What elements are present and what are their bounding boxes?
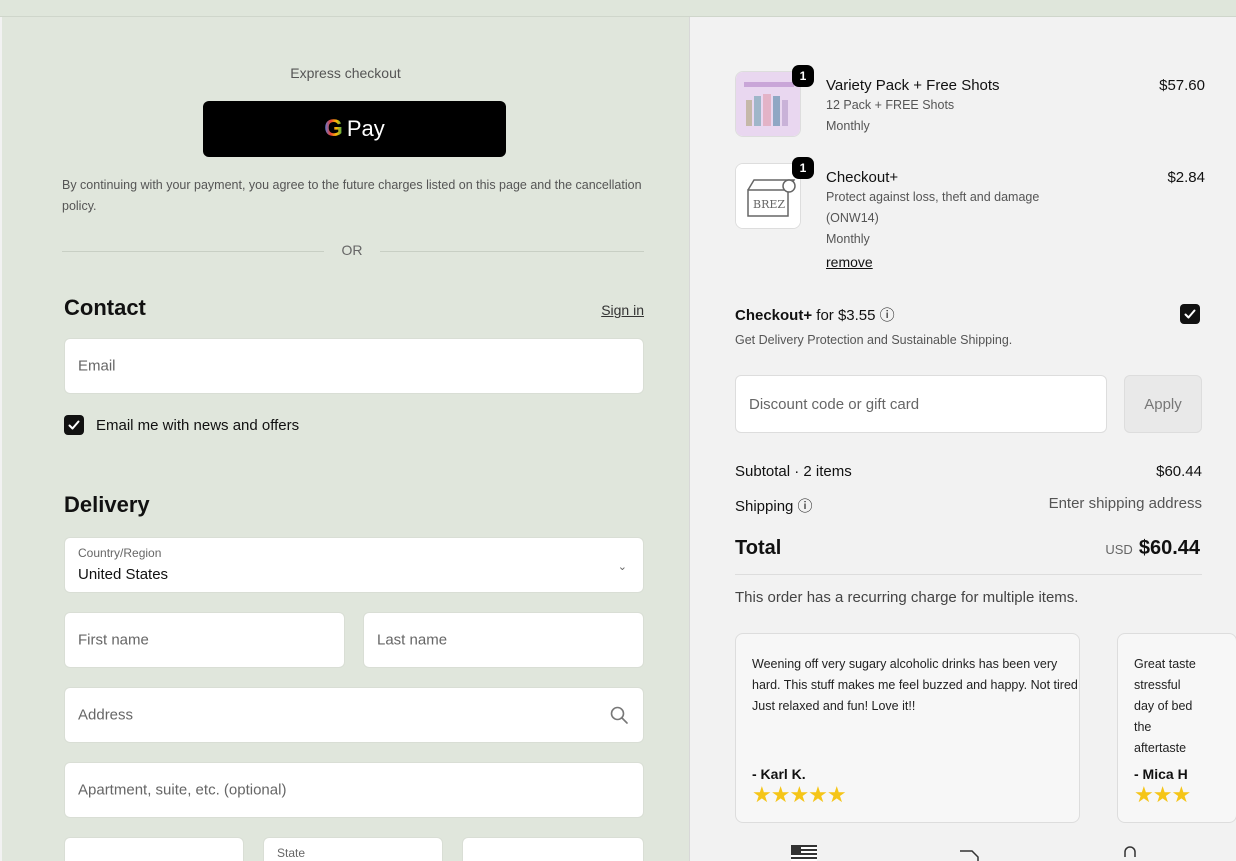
city-field[interactable]: [64, 837, 244, 861]
item-description: Protect against loss, theft and damage: [826, 190, 1040, 204]
newsletter-label: Email me with news and offers: [96, 416, 300, 434]
review-author: - Karl K.: [752, 766, 806, 782]
review-stars: ★★★: [1134, 782, 1191, 807]
apartment-placeholder: Apartment, suite, etc. (optional): [78, 781, 287, 799]
subtotal-row: Subtotal · 2 items $60.44: [735, 463, 1202, 480]
newsletter-checkbox[interactable]: [64, 415, 84, 435]
order-summary-panel: 1 Variety Pack + Free Shots 12 Pack + FR…: [689, 17, 1236, 861]
or-divider: OR: [62, 242, 644, 262]
total-currency: USD: [1105, 542, 1133, 557]
checkout-plus-subtitle: Get Delivery Protection and Sustainable …: [735, 333, 1013, 347]
item-name: Variety Pack + Free Shots: [826, 77, 1000, 94]
shipping-row: Shipping ⓘ Enter shipping address: [735, 495, 1202, 516]
email-placeholder: Email: [78, 357, 116, 375]
item-code: (ONW14): [826, 211, 879, 225]
item-frequency: Monthly: [826, 119, 870, 133]
express-checkout-title: Express checkout: [290, 65, 401, 81]
divider-line: [62, 251, 324, 252]
discount-placeholder: Discount code or gift card: [749, 396, 920, 413]
total-divider: [735, 574, 1202, 575]
newsletter-option[interactable]: Email me with news and offers: [64, 415, 299, 435]
checkout-plus-price[interactable]: for $3.55 ⓘ: [812, 307, 894, 324]
discount-code-input[interactable]: Discount code or gift card: [735, 375, 1107, 433]
state-label: State: [277, 846, 306, 860]
brez-logo-text: BREZ: [753, 198, 785, 211]
review-author: - Mica H: [1134, 766, 1188, 782]
email-field[interactable]: Email: [64, 338, 644, 394]
apply-button[interactable]: Apply: [1124, 375, 1202, 433]
checkout-plus-checkbox[interactable]: [1180, 304, 1200, 326]
first-name-field[interactable]: First name: [64, 612, 345, 668]
subtotal-value: $60.44: [1156, 463, 1202, 480]
last-name-field[interactable]: Last name: [363, 612, 644, 668]
shipping-truck-icon: [958, 845, 984, 861]
padlock-icon: [1124, 846, 1136, 857]
quantity-badge: 1: [792, 65, 814, 87]
flag-icon: [791, 845, 817, 861]
total-label: Total: [735, 537, 782, 559]
first-name-placeholder: First name: [78, 631, 149, 649]
item-name: Checkout+: [826, 169, 899, 186]
checkmark-icon: [68, 420, 80, 430]
country-value: United States: [78, 566, 169, 583]
country-label: Country/Region: [78, 546, 162, 560]
item-frequency: Monthly: [826, 232, 870, 246]
review-stars: ★★★★★: [752, 782, 847, 807]
review-text: Weening off very sugary alcoholic drinks…: [752, 657, 1080, 713]
item-price: $57.60: [1159, 77, 1205, 94]
delivery-heading: Delivery: [64, 492, 150, 517]
google-g-icon: G: [324, 115, 343, 142]
apartment-field[interactable]: Apartment, suite, etc. (optional): [64, 762, 644, 818]
payment-consent-text: By continuing with your payment, you agr…: [62, 178, 642, 213]
address-field[interactable]: Address: [64, 687, 644, 743]
window-top-strip: [0, 0, 1236, 17]
country-select[interactable]: Country/Region United States ⌄: [64, 537, 644, 593]
recurring-note: This order has a recurring charge for mu…: [735, 589, 1079, 606]
chevron-down-icon: ⌄: [617, 561, 627, 573]
address-placeholder: Address: [78, 706, 134, 724]
google-pay-label: Pay: [346, 116, 385, 141]
sign-in-link[interactable]: Sign in: [601, 302, 644, 318]
checkout-form-panel: Express checkout G Pay By continuing wit…: [2, 17, 689, 861]
divider-line: [380, 251, 644, 252]
checkout-plus-title: Checkout+ for $3.55 ⓘ: [735, 304, 895, 325]
zip-field[interactable]: [462, 837, 644, 861]
review-card: Weening off very sugary alcoholic drinks…: [735, 633, 1080, 823]
review-text: Great taste stressful day of bed the aft…: [1134, 657, 1196, 755]
order-item: 1 Variety Pack + Free Shots 12 Pack + FR…: [735, 65, 1205, 141]
contact-heading: Contact: [64, 295, 146, 320]
order-item: BREZ 1 Checkout+ Protect against loss, t…: [735, 157, 1205, 273]
subtotal-label: Subtotal · 2 items: [735, 463, 852, 480]
checkmark-icon: [1184, 309, 1196, 319]
review-card: Great taste stressful day of bed the aft…: [1117, 633, 1236, 823]
google-pay-button[interactable]: G Pay: [203, 101, 506, 157]
or-label: OR: [341, 242, 363, 258]
total-amount: USD $60.44: [1105, 537, 1200, 560]
checkout-plus-name: Checkout+: [735, 307, 813, 324]
state-select[interactable]: State: [263, 837, 443, 861]
item-price: $2.84: [1167, 169, 1205, 186]
us-flag-icon: [791, 845, 817, 861]
remove-link[interactable]: remove: [826, 254, 873, 270]
quantity-badge: 1: [792, 157, 814, 179]
last-name-placeholder: Last name: [377, 631, 448, 649]
checkbox-box[interactable]: [1180, 304, 1200, 324]
truck-outline-icon: [960, 850, 979, 861]
lock-icon: [1120, 845, 1140, 861]
search-icon[interactable]: [609, 705, 629, 725]
shipping-value: Enter shipping address: [1048, 495, 1202, 512]
shipping-label[interactable]: Shipping ⓘ: [735, 498, 813, 515]
total-value: $60.44: [1138, 537, 1200, 559]
item-variant: 12 Pack + FREE Shots: [826, 98, 955, 112]
